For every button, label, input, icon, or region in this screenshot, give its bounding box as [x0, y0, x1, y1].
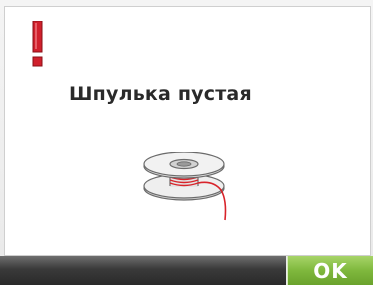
empty-bobbin-icon — [143, 152, 227, 221]
dialog-message: Шпулька пустая — [69, 83, 252, 105]
footer-status-area — [0, 256, 286, 285]
bobbin-empty-screen: Шпулька пустая OK — [0, 0, 373, 285]
dialog-panel: Шпулька пустая — [4, 6, 371, 256]
ok-button[interactable]: OK — [287, 256, 373, 285]
exclamation-alert-icon — [32, 21, 43, 67]
footer-bar: OK — [0, 256, 373, 285]
